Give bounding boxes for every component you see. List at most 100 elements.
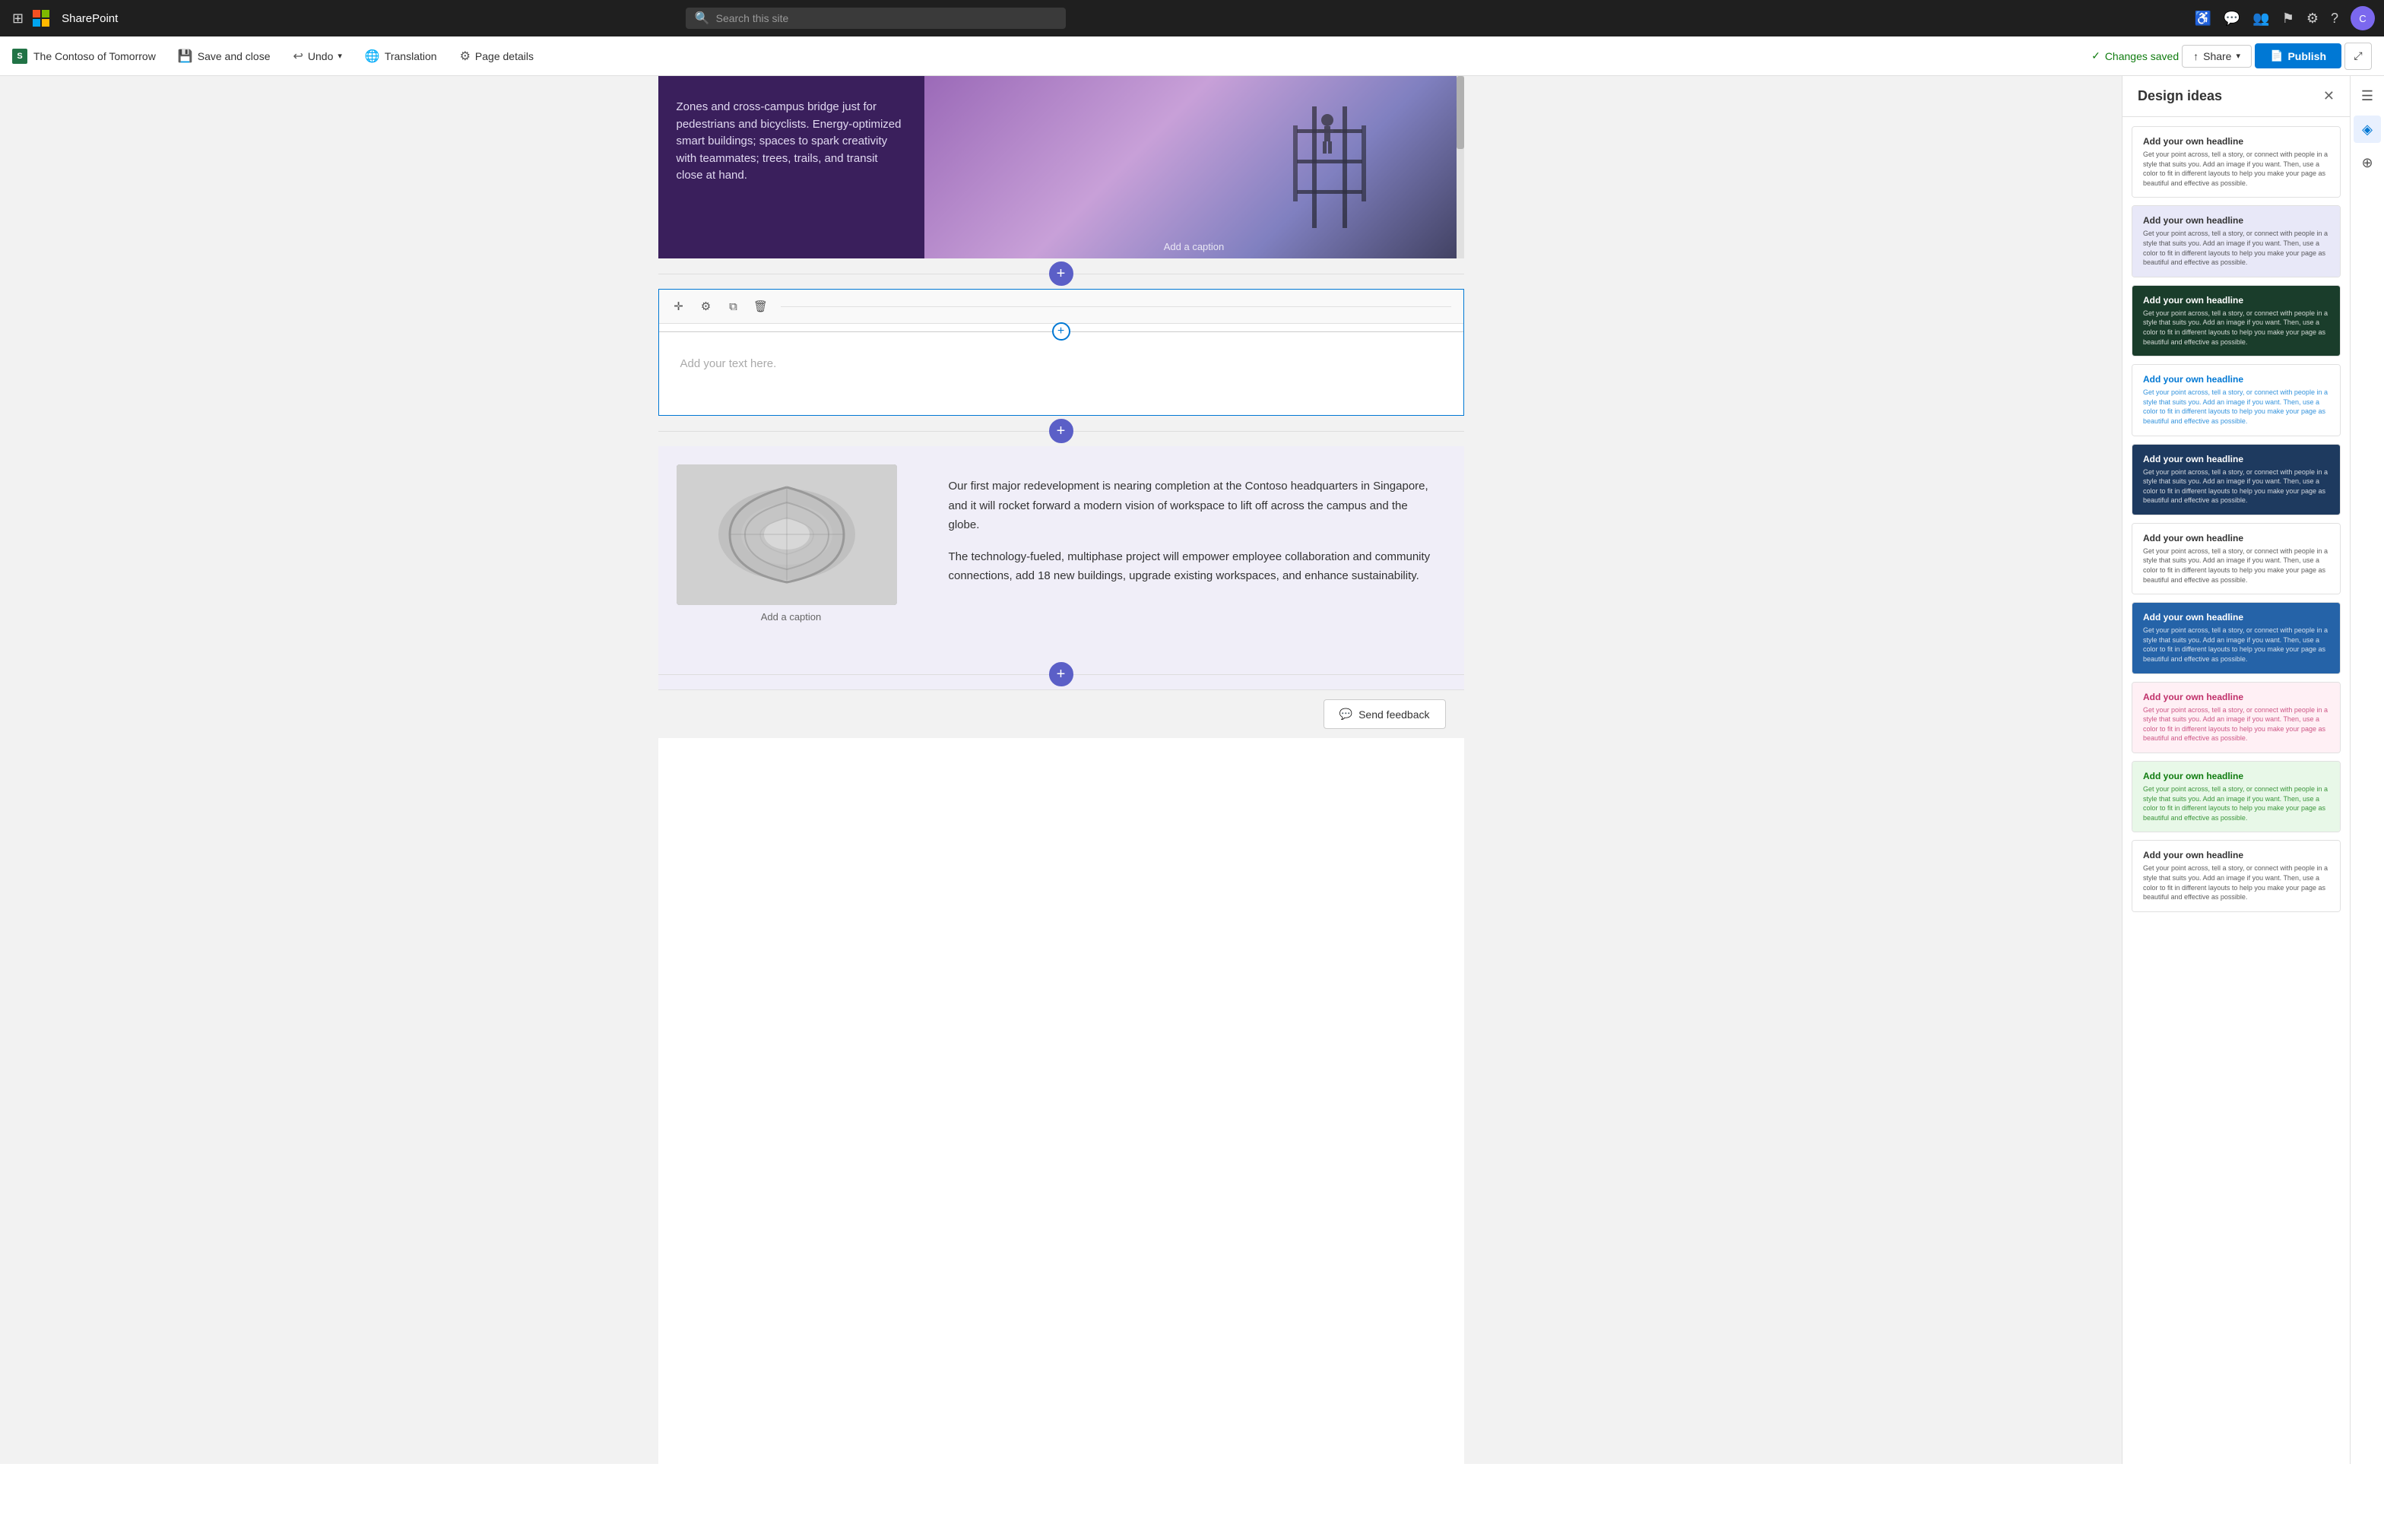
add-section-button-middle[interactable]: + <box>1049 419 1073 443</box>
settings-tool-button[interactable]: ⚙ <box>696 296 717 317</box>
undo-chevron-icon: ▾ <box>338 51 342 61</box>
idea-headline-7: Add your own headline <box>2143 692 2329 702</box>
side-icon-1[interactable]: ☰ <box>2354 82 2381 109</box>
collapse-button[interactable]: ⤢ <box>2344 43 2372 70</box>
scaffold-silhouette <box>1251 91 1403 228</box>
checkmark-icon: ✓ <box>2091 49 2100 62</box>
send-feedback-button[interactable]: 💬 Send feedback <box>1324 699 1446 729</box>
editable-text-section[interactable]: ✛ ⚙ ⧉ 🗑 + Add your text here. <box>658 289 1464 416</box>
search-input[interactable] <box>716 12 1057 24</box>
duplicate-tool-button[interactable]: ⧉ <box>723 296 744 317</box>
idea-headline-1: Add your own headline <box>2143 215 2329 226</box>
top-nav: ⊞ SharePoint 🔍 ♿ 💬 👥 ⚑ ⚙ ? C <box>0 0 2384 36</box>
idea-card-6[interactable]: Add your own headlineGet your point acro… <box>2132 602 2341 673</box>
save-and-close-label: Save and close <box>198 50 271 62</box>
idea-headline-2: Add your own headline <box>2143 295 2329 306</box>
inner-add-divider: + <box>659 324 1463 339</box>
spiral-svg <box>677 464 897 605</box>
idea-subtext-1: Get your point across, tell a story, or … <box>2143 229 2329 267</box>
save-icon: 💾 <box>178 49 193 64</box>
search-icon: 🔍 <box>695 11 710 26</box>
top-hero-section: Zones and cross-campus bridge just for p… <box>658 76 1464 258</box>
idea-card-7[interactable]: Add your own headline Get your point acro… <box>2132 682 2341 753</box>
search-bar[interactable]: 🔍 <box>686 8 1066 29</box>
brand-icon: S <box>12 49 27 64</box>
bottom-image-area: Add a caption <box>658 446 924 659</box>
share-label: Share <box>2203 50 2231 62</box>
microsoft-logo <box>33 10 49 27</box>
section-divider-top: + <box>658 258 1464 289</box>
page-details-button[interactable]: ⚙ Page details <box>450 43 544 69</box>
panel-close-button[interactable]: ✕ <box>2323 88 2335 104</box>
share-icon: ↑ <box>2193 50 2199 62</box>
design-ideas-list: Add your own headline Get your point acro… <box>2122 117 2350 1464</box>
idea-headline-8: Add your own headline <box>2143 771 2329 781</box>
editable-placeholder-text: Add your text here. <box>680 357 1442 370</box>
brand-section: S The Contoso of Tomorrow <box>12 49 156 64</box>
move-tool-button[interactable]: ✛ <box>668 296 690 317</box>
idea-card-1[interactable]: Add your own headline Get your point acro… <box>2132 205 2341 277</box>
share-chevron-icon: ▾ <box>2236 51 2240 61</box>
side-icon-panel: ☰ ◈ ⊕ <box>2350 76 2384 1464</box>
idea-subtext-2: Get your point across, tell a story, or … <box>2143 309 2329 347</box>
translation-icon: 🌐 <box>365 49 380 64</box>
bottom-paragraph-1: Our first major redevelopment is nearing… <box>949 477 1440 535</box>
idea-card-9[interactable]: Add your own headlineGet your point acro… <box>2132 840 2341 911</box>
idea-card-3[interactable]: Add your own headlineGet your point acro… <box>2132 364 2341 436</box>
publish-label: Publish <box>2287 50 2326 62</box>
page-toolbar: S The Contoso of Tomorrow 💾 Save and clo… <box>0 36 2384 76</box>
settings-icon-button[interactable]: ⚙ <box>2306 11 2319 27</box>
publish-button[interactable]: 📄 Publish <box>2255 43 2341 68</box>
undo-button[interactable]: ↩ Undo ▾ <box>283 43 351 69</box>
idea-subtext-7: Get your point across, tell a story, or … <box>2143 705 2329 743</box>
save-and-close-button[interactable]: 💾 Save and close <box>168 43 281 69</box>
editor-area[interactable]: Zones and cross-campus bridge just for p… <box>0 76 2122 1464</box>
idea-headline-9: Add your own headline <box>2143 850 2329 860</box>
idea-subtext-6: Get your point across, tell a story, or … <box>2143 626 2329 664</box>
panel-title: Design ideas <box>2138 88 2222 104</box>
idea-card-2[interactable]: Add your own headline Get your point acro… <box>2132 285 2341 356</box>
chat-icon-button[interactable]: 💬 <box>2224 11 2240 27</box>
section-divider-middle: + <box>658 416 1464 446</box>
top-text-content: Zones and cross-campus bridge just for p… <box>677 99 906 185</box>
feedback-icon: 💬 <box>1339 708 1352 721</box>
translation-button[interactable]: 🌐 Translation <box>355 43 447 69</box>
page-content: Zones and cross-campus bridge just for p… <box>658 76 1464 1464</box>
main-container: Zones and cross-campus bridge just for p… <box>0 76 2384 1464</box>
design-ideas-panel: Design ideas ✕ Add your own headline Get … <box>2122 76 2350 1464</box>
add-inner-section-button[interactable]: + <box>1052 322 1070 341</box>
idea-headline-3: Add your own headline <box>2143 374 2329 385</box>
idea-headline-0: Add your own headline <box>2143 136 2329 147</box>
bottom-text-area: Our first major redevelopment is nearing… <box>924 446 1464 659</box>
top-image-caption[interactable]: Add a caption <box>1164 241 1225 252</box>
page-details-label: Page details <box>475 50 534 62</box>
idea-headline-4: Add your own headline <box>2143 454 2329 464</box>
publish-icon: 📄 <box>2270 49 2283 62</box>
brand-label: The Contoso of Tomorrow <box>33 50 156 62</box>
side-icon-3[interactable]: ⊕ <box>2354 149 2381 176</box>
send-feedback-bar: 💬 Send feedback <box>658 689 1464 738</box>
idea-card-4[interactable]: Add your own headlineGet your point acro… <box>2132 444 2341 515</box>
spiral-image <box>677 464 897 605</box>
user-avatar[interactable]: C <box>2351 6 2375 30</box>
side-icon-2-active[interactable]: ◈ <box>2354 116 2381 143</box>
idea-headline-5: Add your own headline <box>2143 533 2329 543</box>
accessibility-icon-button[interactable]: ♿ <box>2194 11 2211 27</box>
delete-tool-button[interactable]: 🗑 <box>750 296 772 317</box>
translation-label: Translation <box>385 50 437 62</box>
share-button[interactable]: ↑ Share ▾ <box>2182 45 2252 68</box>
editable-content-area[interactable]: Add your text here. <box>659 339 1463 415</box>
add-section-button-top[interactable]: + <box>1049 261 1073 286</box>
people-icon-button[interactable]: 👥 <box>2252 11 2269 27</box>
app-grid-button[interactable]: ⊞ <box>9 8 27 30</box>
page-details-icon: ⚙ <box>460 49 471 64</box>
idea-card-5[interactable]: Add your own headlineGet your point acro… <box>2132 523 2341 594</box>
idea-card-0[interactable]: Add your own headline Get your point acro… <box>2132 126 2341 198</box>
idea-card-8[interactable]: Add your own headlineGet your point acro… <box>2132 761 2341 832</box>
bottom-image-caption[interactable]: Add a caption <box>677 611 906 623</box>
help-icon-button[interactable]: ? <box>2331 11 2338 27</box>
undo-icon: ↩ <box>293 49 303 64</box>
flag-icon-button[interactable]: ⚑ <box>2282 11 2294 27</box>
add-section-button-bottom[interactable]: + <box>1049 662 1073 686</box>
idea-subtext-0: Get your point across, tell a story, or … <box>2143 150 2329 188</box>
